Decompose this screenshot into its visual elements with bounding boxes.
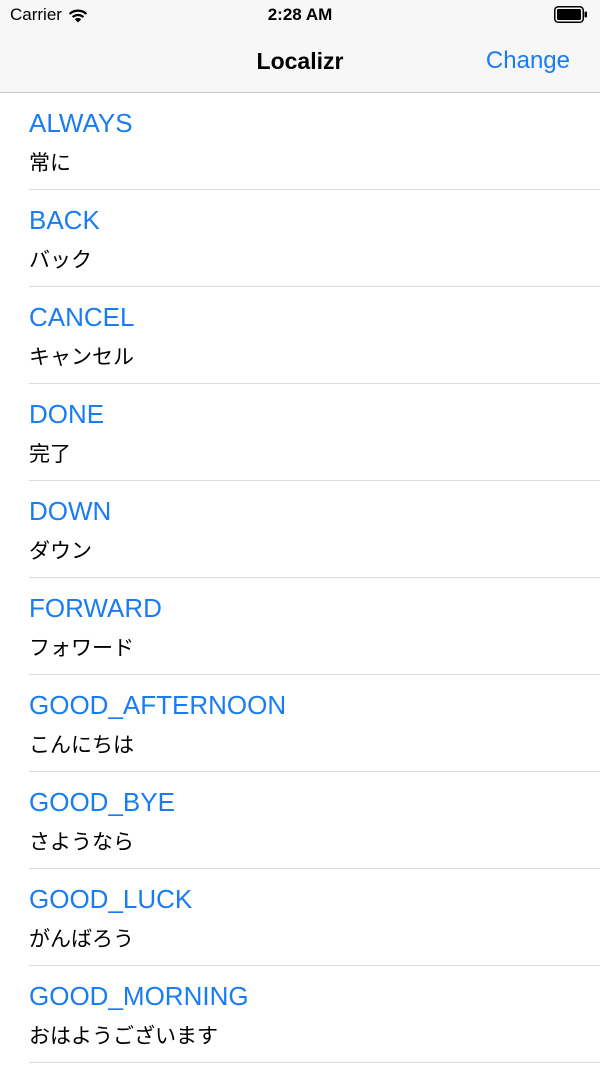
localization-list: ALWAYS 常に BACK バック CANCEL キャンセル DONE 完了 DOWN ダウン F… [0, 93, 600, 1063]
navigation-bar: Localizr Change [0, 32, 600, 93]
item-translation: バック [29, 248, 92, 272]
list-item[interactable]: CANCEL キャンセル [0, 287, 600, 384]
status-time: 2:28 AM [267, 5, 333, 24]
row-separator [29, 1062, 600, 1063]
item-key: ALWAYS [29, 108, 133, 138]
item-translation: 完了 [29, 442, 71, 466]
item-translation: さようなら [29, 830, 134, 854]
item-key: GOOD_MORNING [29, 981, 249, 1011]
item-translation: がんばろう [29, 927, 134, 951]
status-bar: Carrier 2:28 AM [0, 0, 600, 32]
item-translation: キャンセル [29, 345, 134, 369]
screen: Carrier 2:28 AM Localizr Change ALWAYS 常… [0, 0, 600, 1066]
item-translation: ダウン [29, 539, 92, 563]
item-key: BACK [29, 205, 100, 235]
list-item[interactable]: DOWN ダウン [0, 481, 600, 578]
item-translation: こんにちは [29, 733, 134, 757]
item-translation: 常に [29, 151, 71, 175]
item-key: GOOD_BYE [29, 787, 175, 817]
item-key: GOOD_AFTERNOON [29, 690, 287, 720]
list-item[interactable]: BACK バック [0, 190, 600, 287]
item-translation: おはようございます [29, 1024, 218, 1048]
item-key: CANCEL [29, 302, 135, 332]
list-item[interactable]: GOOD_AFTERNOON こんにちは [0, 675, 600, 772]
item-key: FORWARD [29, 593, 162, 623]
item-translation: フォワード [29, 636, 134, 660]
list-item[interactable]: GOOD_BYE さようなら [0, 772, 600, 869]
change-button[interactable]: Change [486, 47, 570, 75]
list-item[interactable]: DONE 完了 [0, 384, 600, 481]
list-item[interactable]: FORWARD フォワード [0, 578, 600, 675]
battery-icon [554, 6, 588, 23]
list-item[interactable]: GOOD_LUCK がんばろう [0, 869, 600, 966]
status-right [554, 6, 588, 23]
item-key: DOWN [29, 496, 112, 526]
item-key: GOOD_LUCK [29, 884, 193, 914]
item-key: DONE [29, 399, 105, 429]
list-item[interactable]: GOOD_MORNING おはようございます [0, 966, 600, 1063]
list-item[interactable]: ALWAYS 常に [0, 93, 600, 190]
